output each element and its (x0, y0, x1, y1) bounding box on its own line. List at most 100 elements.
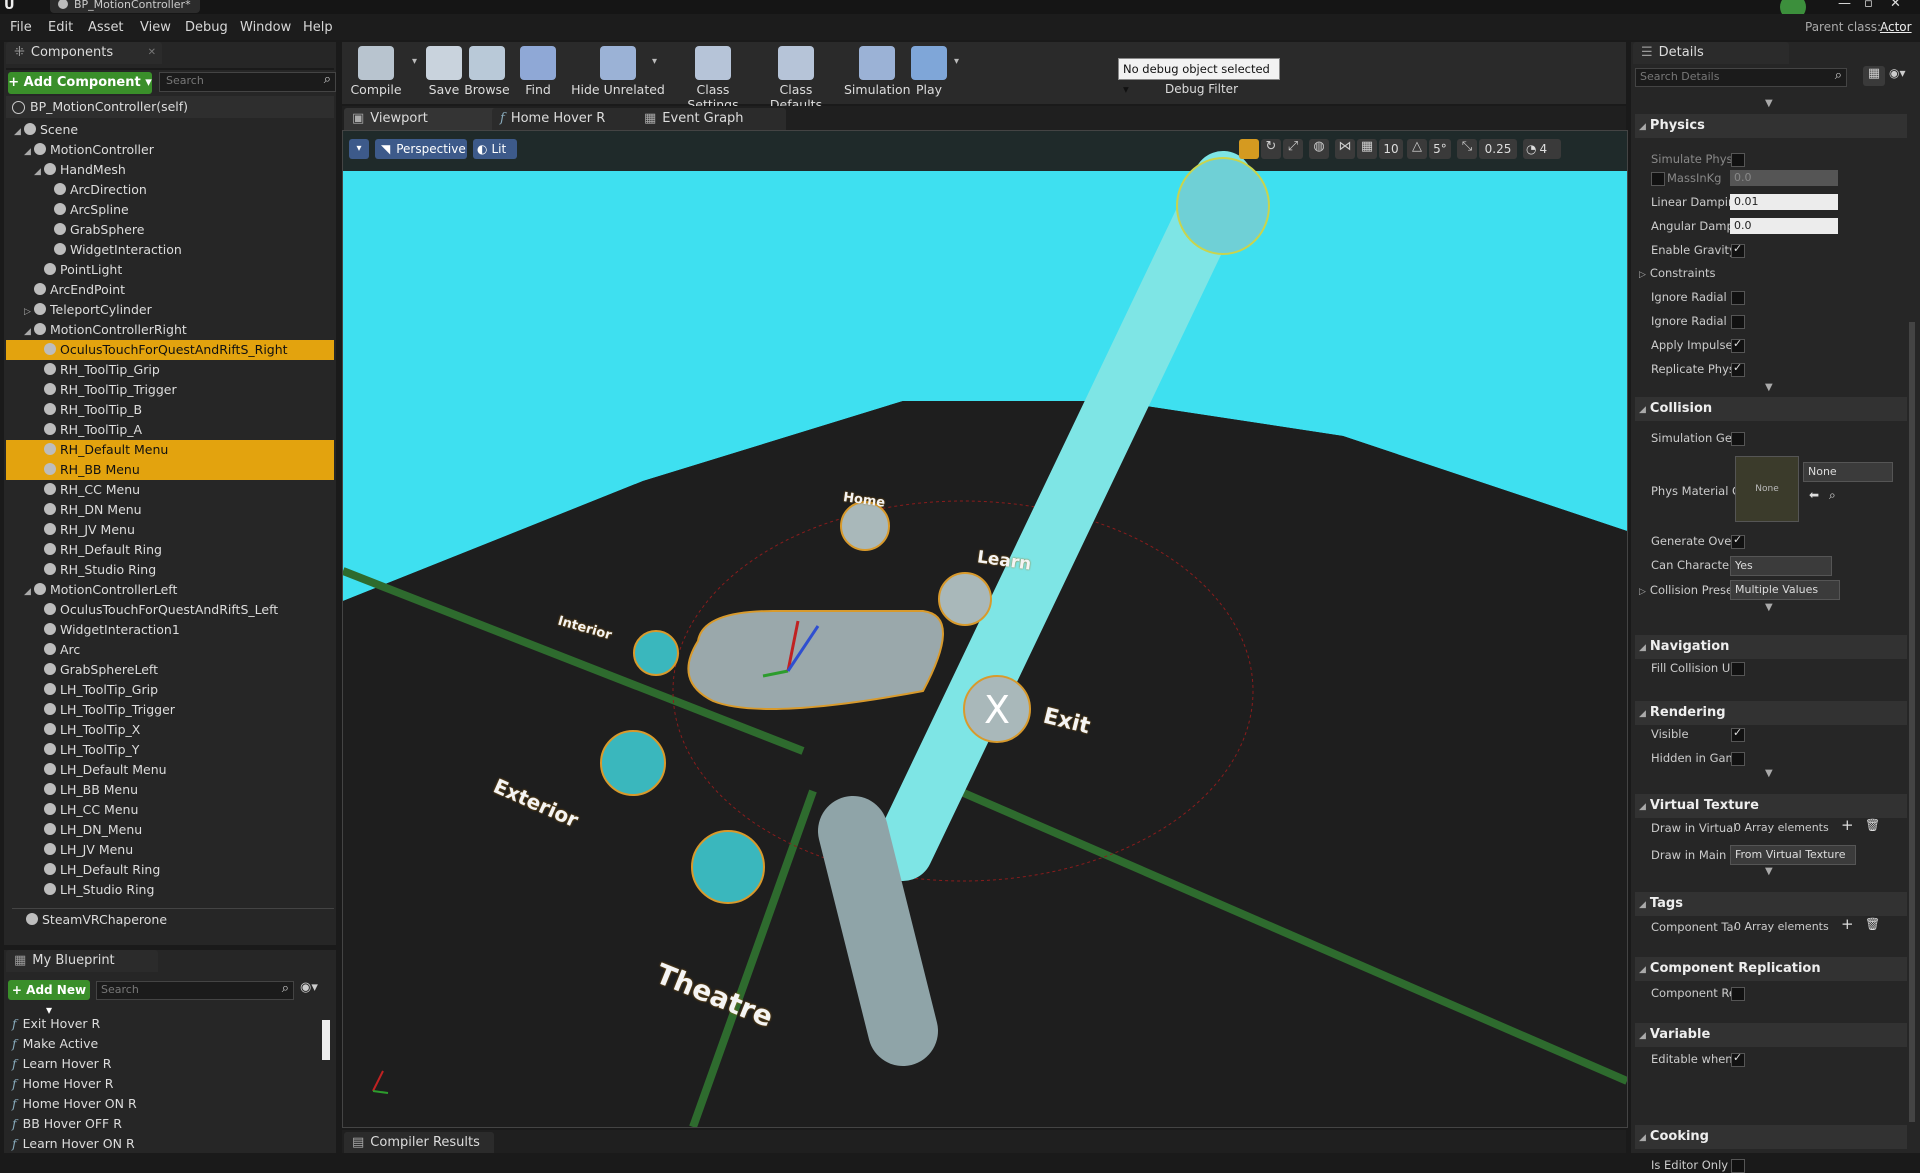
tree-item[interactable]: RH_Default Ring (6, 540, 334, 560)
simulate-physics-checkbox[interactable] (1731, 153, 1745, 167)
tree-expander-icon[interactable]: ◢ (24, 142, 34, 162)
unreal-logo-icon[interactable]: U (4, 0, 15, 13)
rotation-snap-icon[interactable]: △ (1407, 139, 1427, 159)
tree-expander-icon[interactable]: ◢ (14, 122, 24, 142)
category-cooking[interactable]: ◢ Cooking (1635, 1125, 1907, 1149)
collision-expand-icon[interactable]: ▼ (1765, 602, 1773, 613)
my-blueprint-tab[interactable]: ▦ My Blueprint (6, 950, 158, 972)
tree-item[interactable]: LH_DN_Menu (6, 820, 334, 840)
translate-mode-icon[interactable] (1239, 139, 1259, 159)
tab-viewport[interactable]: ▣ Viewport (344, 108, 498, 130)
tree-item[interactable]: RH_BB Menu (6, 460, 334, 480)
expand-arrow-icon[interactable]: ▼ (1765, 98, 1773, 109)
tree-item[interactable]: ◢ HandMesh (6, 160, 334, 180)
category-variable[interactable]: ◢ Variable (1635, 1023, 1907, 1047)
category-collision[interactable]: ◢ Collision (1635, 397, 1907, 421)
constraints-label[interactable]: ▷ Constraints (1639, 266, 1723, 280)
tree-item[interactable]: LH_ToolTip_Y (6, 740, 334, 760)
save-button[interactable]: Save (422, 42, 466, 104)
enable-gravity-checkbox[interactable] (1731, 242, 1745, 258)
blueprint-search-input[interactable]: Search ⌕ (96, 981, 294, 1000)
tree-item[interactable]: GrabSphereLeft (6, 660, 334, 680)
tree-item[interactable]: LH_ToolTip_Trigger (6, 700, 334, 720)
tree-item[interactable]: ◢ Scene (6, 120, 334, 140)
tree-item[interactable]: OculusTouchForQuestAndRiftS_Right (6, 340, 334, 360)
scrollbar[interactable] (322, 1020, 330, 1060)
details-search-input[interactable]: Search Details ⌕ (1635, 68, 1847, 87)
mass-input[interactable]: 0.0 (1730, 170, 1838, 186)
tree-item[interactable]: LH_JV Menu (6, 840, 334, 860)
tree-item[interactable]: ▷ TeleportCylinder (6, 300, 334, 320)
phys-material-thumbnail[interactable]: None (1735, 456, 1799, 522)
tree-item[interactable]: RH_ToolTip_Trigger (6, 380, 334, 400)
scale-snap-icon[interactable]: ⤡ (1457, 139, 1477, 159)
property-matrix-icon[interactable]: ▦ (1863, 66, 1885, 86)
browse-search-icon[interactable]: ⌕ (1829, 488, 1836, 503)
collision-presets-label[interactable]: ▷ Collision Prese (1639, 583, 1735, 597)
viewport[interactable]: X Home Learn Exit Interior Exterior Thea… (342, 130, 1628, 1128)
details-scrollbar[interactable] (1909, 322, 1915, 1122)
tree-item[interactable]: LH_BB Menu (6, 780, 334, 800)
tree-item-steamvrchaperone[interactable]: SteamVRChaperone (26, 912, 167, 927)
minimize-icon[interactable]: — (1838, 0, 1851, 11)
parent-class-link[interactable]: Actor (1880, 20, 1912, 34)
lit-button[interactable]: ◐ Lit (473, 139, 517, 159)
draw-in-main-select[interactable]: From Virtual Texture (1730, 845, 1856, 865)
menu-view[interactable]: View (140, 20, 171, 35)
grid-snap-icon[interactable]: ▦ (1357, 139, 1377, 159)
tree-item[interactable]: RH_Studio Ring (6, 560, 334, 580)
compile-button[interactable]: Compile (342, 42, 410, 104)
category-virtual-texture[interactable]: ◢ Virtual Texture (1635, 794, 1907, 818)
compile-options-icon[interactable]: ▾ (412, 56, 417, 67)
tab-home-hover-r[interactable]: f Home Hover R (492, 108, 642, 130)
tree-item[interactable]: RH_DN Menu (6, 500, 334, 520)
tree-item[interactable]: RH_ToolTip_B (6, 400, 334, 420)
self-row[interactable]: BP_MotionController(self) (6, 96, 334, 118)
generate-overlap-checkbox[interactable] (1731, 533, 1745, 549)
tree-item[interactable]: OculusTouchForQuestAndRiftS_Left (6, 600, 334, 620)
menu-asset[interactable]: Asset (88, 20, 124, 35)
class-defaults-button[interactable]: Class Defaults (756, 42, 836, 112)
tree-item[interactable]: LH_ToolTip_Grip (6, 680, 334, 700)
components-tab[interactable]: ⁜ Components ✕ (6, 42, 162, 64)
function-list-item[interactable]: f Learn Hover R (12, 1054, 111, 1074)
function-list-item[interactable]: f Exit Hover R (12, 1014, 100, 1034)
grid-snap-value[interactable]: 10 (1379, 139, 1403, 159)
tree-item[interactable]: RH_JV Menu (6, 520, 334, 540)
tab-event-graph[interactable]: ▦ Event Graph (636, 108, 786, 130)
tree-item[interactable]: RH_CC Menu (6, 480, 334, 500)
surface-snap-icon[interactable]: ⋈ (1335, 139, 1355, 159)
hide-unrelated-options-icon[interactable]: ▾ (652, 56, 657, 67)
tree-item[interactable]: PointLight (6, 260, 334, 280)
tree-item[interactable]: GrabSphere (6, 220, 334, 240)
find-button[interactable]: Find (518, 42, 558, 104)
tree-item[interactable]: LH_Default Ring (6, 860, 334, 880)
tree-item[interactable]: Arc (6, 640, 334, 660)
trash-icon[interactable]: 🗑 (1865, 818, 1880, 832)
view-options-eye-icon[interactable]: ◉▾ (1889, 66, 1906, 80)
mass-override-checkbox[interactable] (1651, 172, 1665, 186)
collision-presets-select[interactable]: Multiple Values (1730, 580, 1840, 600)
tree-item[interactable]: ◢ MotionControllerLeft (6, 580, 334, 600)
ignore-radial-impulse-checkbox[interactable] (1731, 291, 1745, 305)
function-list-item[interactable]: f Learn Hover ON R (12, 1134, 135, 1154)
add-element-icon[interactable]: + (1841, 816, 1854, 834)
tree-item[interactable]: LH_CC Menu (6, 800, 334, 820)
tree-item[interactable]: ◢ MotionController (6, 140, 334, 160)
menu-window[interactable]: Window (240, 20, 291, 35)
hidden-in-game-checkbox[interactable] (1731, 752, 1745, 766)
perspective-button[interactable]: ◥ Perspective (375, 139, 467, 159)
close-tab-icon[interactable]: ✕ (148, 42, 156, 64)
is-editor-only-checkbox[interactable] (1731, 1159, 1745, 1173)
use-selected-arrow-icon[interactable]: ⬅ (1809, 488, 1819, 502)
maximize-icon[interactable]: ▫ (1864, 0, 1873, 11)
tree-item[interactable]: ArcEndPoint (6, 280, 334, 300)
scale-snap-value[interactable]: 0.25 (1479, 139, 1517, 159)
visibility-eye-icon[interactable]: ◉▾ (300, 980, 318, 995)
class-settings-button[interactable]: Class Settings (676, 42, 750, 112)
tree-item[interactable]: LH_Studio Ring (6, 880, 334, 900)
menu-help[interactable]: Help (303, 20, 333, 35)
rendering-expand-icon[interactable]: ▼ (1765, 768, 1773, 779)
scale-mode-icon[interactable]: ⤢ (1283, 139, 1303, 159)
play-button[interactable]: Play (908, 42, 950, 104)
